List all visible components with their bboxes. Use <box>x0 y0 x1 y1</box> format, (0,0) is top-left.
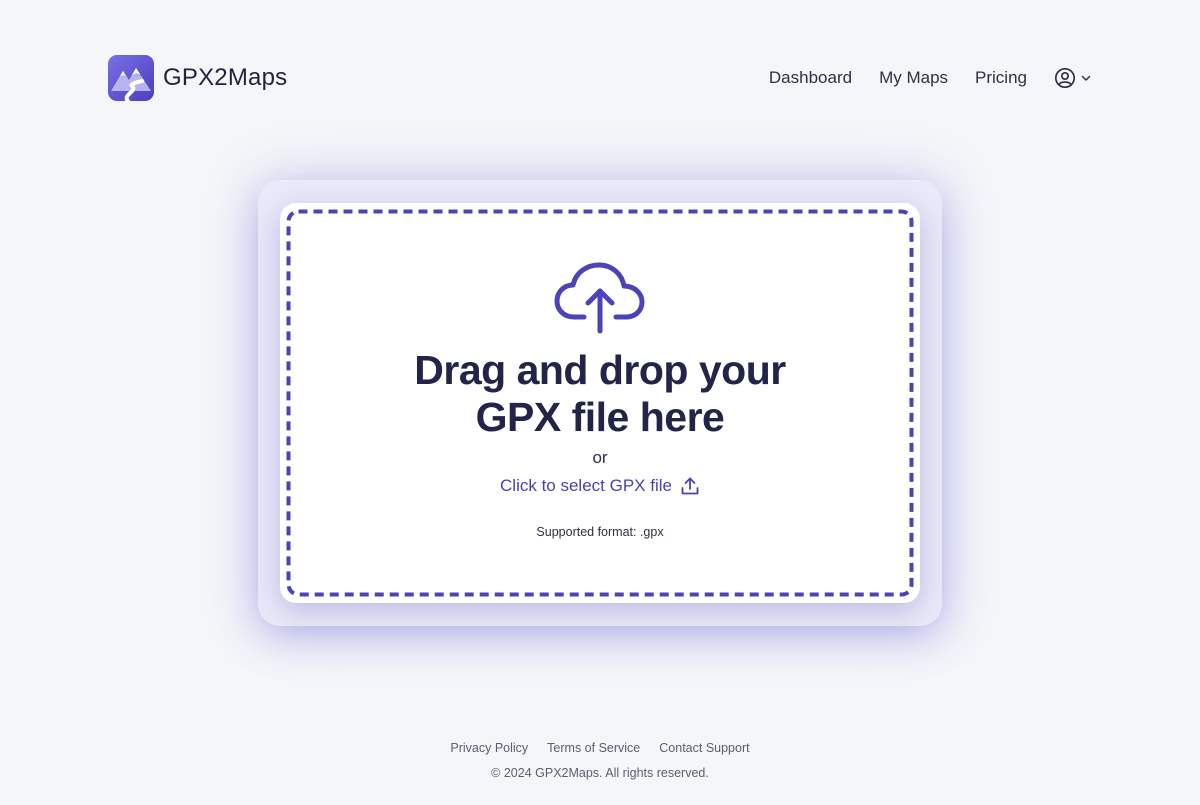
cloud-upload-icon <box>554 261 646 335</box>
select-gpx-file-link[interactable]: Click to select GPX file <box>280 476 920 496</box>
dropzone-headline: Drag and drop your GPX file here <box>280 347 920 441</box>
user-circle-icon <box>1054 67 1076 89</box>
contact-support-link[interactable]: Contact Support <box>659 741 749 755</box>
copyright-text: © 2024 GPX2Maps. All rights reserved. <box>491 766 709 780</box>
user-menu-button[interactable] <box>1054 67 1092 89</box>
footer-links: Privacy Policy Terms of Service Contact … <box>0 741 1200 755</box>
headline-line-2: GPX file here <box>475 394 725 440</box>
mountain-road-logo-icon <box>108 55 154 101</box>
brand-logo-link[interactable]: GPX2Maps <box>108 55 287 101</box>
chevron-down-icon <box>1080 72 1092 84</box>
select-gpx-file-label: Click to select GPX file <box>500 476 672 495</box>
headline-line-1: Drag and drop your <box>414 347 786 393</box>
nav-my-maps-link[interactable]: My Maps <box>879 68 948 88</box>
nav-pricing-link[interactable]: Pricing <box>975 68 1027 88</box>
privacy-policy-link[interactable]: Privacy Policy <box>450 741 528 755</box>
upload-icon <box>681 477 699 495</box>
nav-dashboard-link[interactable]: Dashboard <box>769 68 852 88</box>
or-separator: or <box>592 448 608 467</box>
top-nav: Dashboard My Maps Pricing <box>769 62 1092 94</box>
supported-format-note: Supported format: .gpx <box>536 525 664 539</box>
terms-of-service-link[interactable]: Terms of Service <box>547 741 640 755</box>
brand-name: GPX2Maps <box>163 64 288 91</box>
